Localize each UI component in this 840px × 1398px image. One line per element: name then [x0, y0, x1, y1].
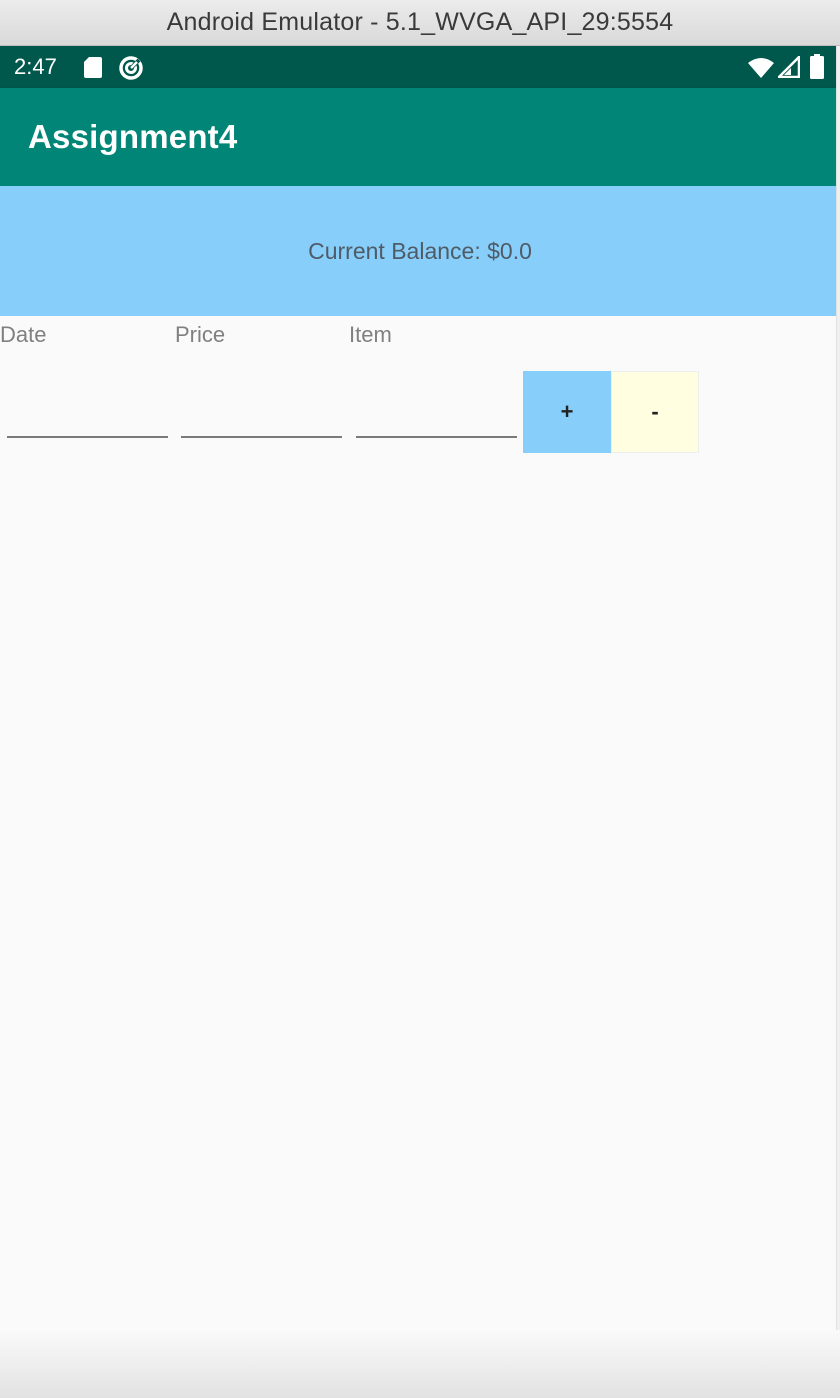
price-input[interactable]: [181, 390, 342, 438]
app-title: Assignment4: [28, 118, 238, 155]
item-label: Item: [349, 322, 392, 347]
current-balance-text: Current Balance: $0.0: [308, 237, 532, 264]
wifi-icon: [748, 58, 774, 78]
window-right-edge: [836, 46, 840, 1398]
battery-icon: [810, 54, 824, 79]
status-time: 2:47: [14, 54, 57, 79]
bottom-edge: [0, 1330, 840, 1398]
item-input[interactable]: [356, 390, 517, 438]
subtract-button[interactable]: -: [611, 371, 699, 453]
status-bar: 2:47: [0, 46, 840, 88]
balance-panel: Current Balance: $0.0: [0, 186, 840, 316]
date-label: Date: [0, 322, 47, 347]
sync-icon: [119, 56, 143, 80]
date-input[interactable]: [7, 390, 168, 438]
app-bar: Assignment4: [0, 88, 840, 186]
window-title: Android Emulator - 5.1_WVGA_API_29:5554: [166, 8, 674, 36]
sd-card-icon: [84, 57, 102, 78]
signal-icon: [778, 56, 800, 78]
add-button[interactable]: +: [523, 371, 611, 453]
window-titlebar: Android Emulator - 5.1_WVGA_API_29:5554: [0, 0, 840, 46]
price-label: Price: [175, 322, 226, 347]
